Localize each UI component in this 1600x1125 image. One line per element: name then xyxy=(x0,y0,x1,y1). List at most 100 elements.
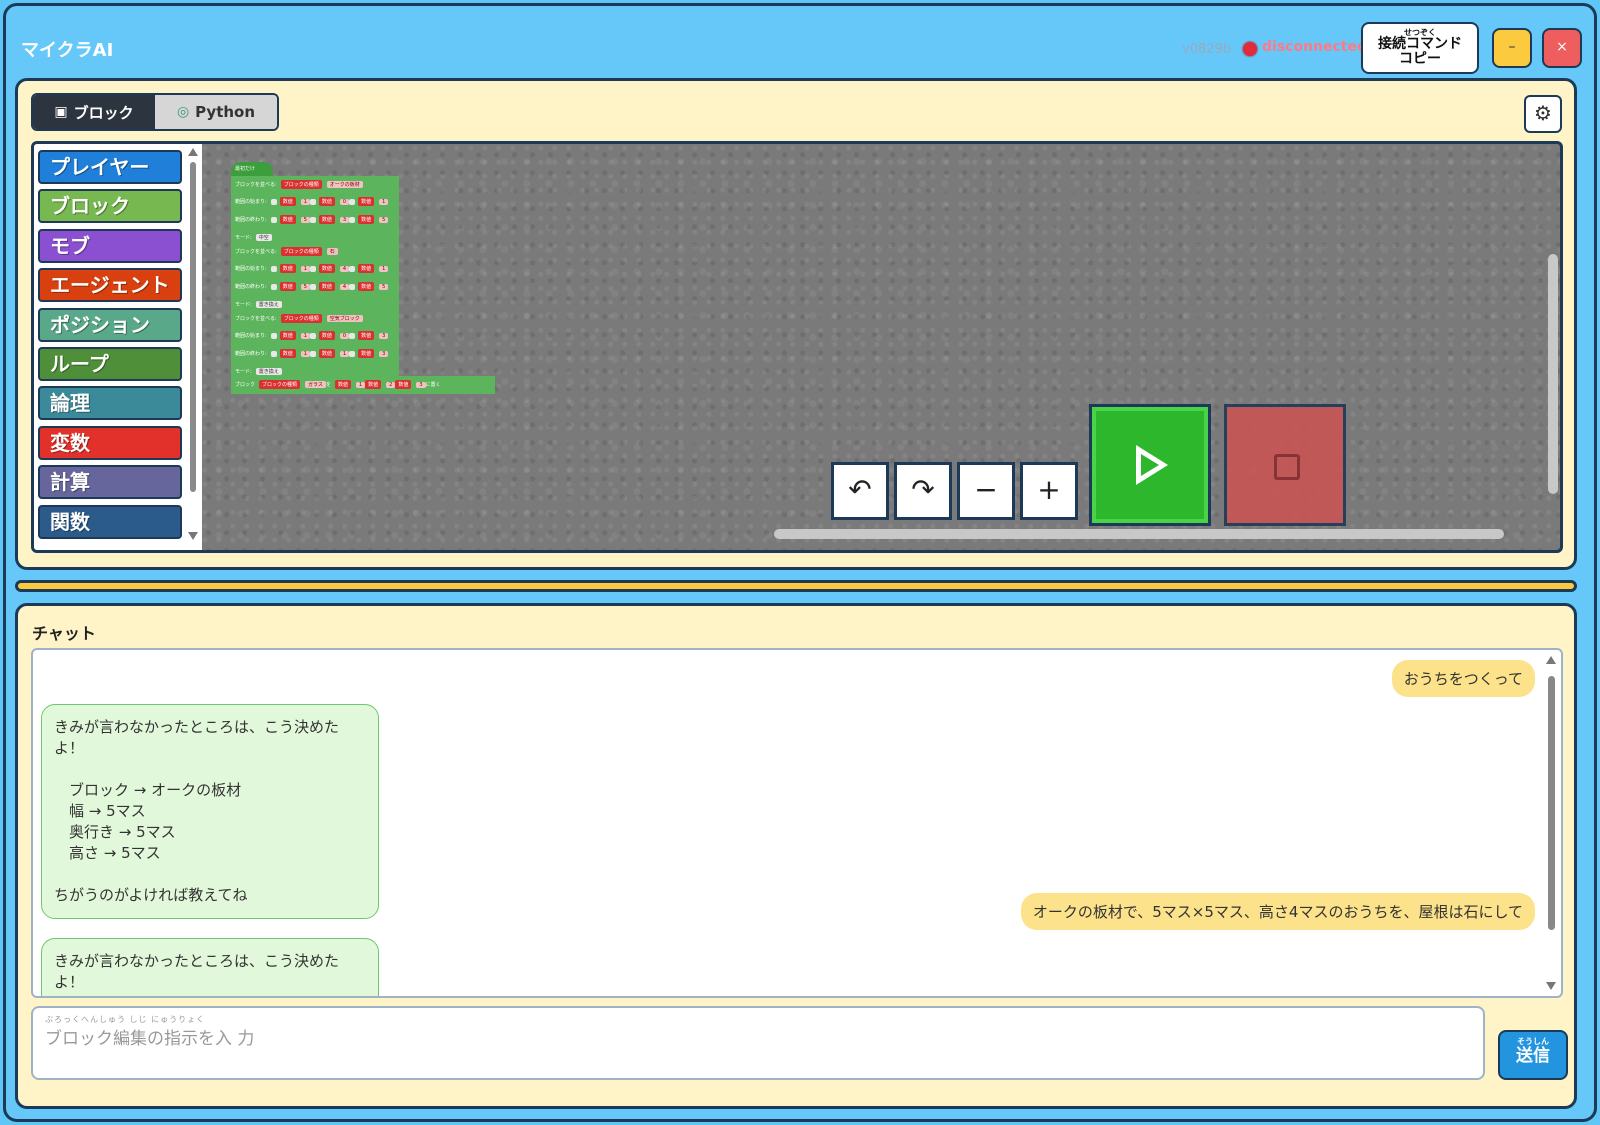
block-field: 3 xyxy=(379,332,389,339)
copy-button-line1: 接続コマンド xyxy=(1378,36,1462,52)
chat-panel: チャット おうちをつくって きみが言わなかったところは、こう決めたよ！ ブロック… xyxy=(15,603,1577,1109)
editor-panel: ▣ ブロック ◎ Python ⚙ プレイヤー ブロック モブ エージェント ポジション… xyxy=(15,78,1577,570)
block-lbl: モード: xyxy=(235,235,252,241)
settings-button[interactable]: ⚙ xyxy=(1524,95,1562,133)
block-lbl: モード: xyxy=(235,369,252,375)
block-connector xyxy=(349,283,356,290)
toolbox-category[interactable]: 計算 xyxy=(38,465,182,500)
chat-scroll-thumb[interactable] xyxy=(1548,676,1555,930)
toolbox-category[interactable]: 変数 xyxy=(38,425,182,460)
toolbox-category[interactable]: ポジション xyxy=(38,307,182,342)
scroll-down-icon[interactable] xyxy=(1546,982,1556,990)
block-lbl: 範囲の終わり: xyxy=(235,284,267,290)
block-field: 1 xyxy=(300,198,310,205)
toolbox-category[interactable]: ループ xyxy=(38,347,182,381)
block-field: 3 xyxy=(416,381,426,388)
chat-input[interactable]: ぶろっくへんしゅう しじ にゅうりょく ブロック編集の指示を入 力 xyxy=(31,1006,1485,1080)
block-pill: 数値 xyxy=(279,349,296,358)
redo-button[interactable]: ↷ xyxy=(894,462,952,520)
block-field: 0 xyxy=(339,198,350,205)
stop-button[interactable] xyxy=(1224,404,1346,526)
block-pill: 数値 xyxy=(318,349,335,358)
block-pill: 数値 xyxy=(318,331,335,340)
block-row[interactable]: 範囲の始まり: 数値 1 数値 0 数値 1 xyxy=(235,195,389,208)
toolbox-category[interactable]: ブロック xyxy=(38,189,182,224)
block-field: 1 xyxy=(300,332,310,339)
zoom-in-button[interactable]: + xyxy=(1020,462,1078,520)
block-connector xyxy=(309,283,316,290)
block-mode: 中空 xyxy=(255,234,272,241)
start-hat-block[interactable]: 最初だけ xyxy=(231,162,273,176)
ai-message: きみが言わなかったところは、こう決めたよ！ xyxy=(41,938,379,996)
tab-blocks[interactable]: ▣ ブロック xyxy=(33,95,155,129)
block-connector xyxy=(270,350,277,357)
block-field: 0 xyxy=(339,332,350,339)
toolbox-category[interactable]: モブ xyxy=(38,228,182,263)
toolbox-category[interactable]: エージェント xyxy=(38,268,182,303)
copy-connect-command-button[interactable]: せつぞく 接続コマンド コピー xyxy=(1361,22,1479,74)
chat-scrollbar[interactable] xyxy=(1545,656,1557,994)
block-lbl: 範囲の終わり: xyxy=(235,351,267,357)
place-block[interactable]: ブロック ブロックの種類 ガラスを数値 1 数値 2 数値 3 に置く xyxy=(231,376,495,394)
block-connector xyxy=(270,265,277,272)
close-button[interactable]: × xyxy=(1542,28,1582,68)
block-field: 1 xyxy=(339,350,350,357)
block-lbl: を xyxy=(325,382,331,388)
block-connector xyxy=(270,216,277,223)
block-field: 石 xyxy=(326,248,338,255)
block-pill: 数値 xyxy=(395,380,412,389)
block-row[interactable]: 範囲の始まり: 数値 1 数値 4 数値 1 xyxy=(235,262,389,275)
zoom-out-button[interactable]: − xyxy=(957,462,1015,520)
block-row[interactable]: モード: 中空 xyxy=(235,231,272,244)
scroll-down-icon[interactable] xyxy=(188,532,198,540)
toolbox-category[interactable]: 論理 xyxy=(38,386,182,421)
block-pill: ブロックの種類 xyxy=(280,314,322,323)
chat-log[interactable]: おうちをつくって きみが言わなかったところは、こう決めたよ！ ブロック → オー… xyxy=(31,648,1563,998)
block-pill: 数値 xyxy=(279,215,296,224)
toolbox-scroll-thumb[interactable] xyxy=(190,162,196,492)
block-field: 5 xyxy=(300,283,310,290)
app-title: マイクラAI xyxy=(21,40,114,61)
workspace-vscrollbar[interactable] xyxy=(1548,254,1558,494)
block-row[interactable]: モード: 置き換え xyxy=(235,298,282,311)
block-row[interactable]: 範囲の始まり: 数値 1 数値 0 数値 3 xyxy=(235,329,389,342)
ai-message-line: 幅 → 5マス xyxy=(69,802,146,820)
block-connector xyxy=(349,216,356,223)
block-row[interactable]: 範囲の終わり: 数値 5 数値 4 数値 5 xyxy=(235,280,389,293)
ai-message-outro: ちがうのがよければ教えてね xyxy=(54,886,248,904)
toolbox-category[interactable]: 関数 xyxy=(38,504,182,539)
block-field: 5 xyxy=(379,283,389,290)
connection-status: disconnected xyxy=(1262,39,1368,55)
panel-resize-handle[interactable] xyxy=(15,580,1577,592)
block-workspace[interactable]: プレイヤー ブロック モブ エージェント ポジション ループ 論理 変数 計算 関数 最初だけ ブ… xyxy=(31,141,1563,553)
block-row[interactable]: 範囲の終わり: 数値 5 数値 3 数値 5 xyxy=(235,213,389,226)
send-button[interactable]: そうしん 送信 xyxy=(1498,1030,1568,1080)
tab-python[interactable]: ◎ Python xyxy=(155,95,277,129)
minimize-button[interactable]: – xyxy=(1492,28,1532,68)
block-row[interactable]: ブロックを並べる: ブロックの種類 空気ブロック xyxy=(235,312,363,325)
block-mode: 置き換え xyxy=(255,301,282,308)
block-row[interactable]: 範囲の終わり: 数値 1 数値 1 数値 3 xyxy=(235,347,389,360)
block-field: 5 xyxy=(379,216,389,223)
block-pill: 数値 xyxy=(358,282,375,291)
send-button-ruby: そうしん xyxy=(1517,1037,1549,1046)
block-row[interactable]: ブロック ブロックの種類 ガラスを数値 1 数値 2 数値 3 に置く xyxy=(235,378,445,391)
block-row[interactable]: ブロックを並べる: ブロックの種類 オークの板材 xyxy=(235,178,363,191)
block-field: 1 xyxy=(379,265,389,272)
workspace-hscrollbar[interactable] xyxy=(774,529,1504,539)
block-row[interactable]: ブロックを並べる: ブロックの種類石 xyxy=(235,245,338,258)
block-lbl: ブロック xyxy=(235,382,256,388)
block-field: 1 xyxy=(300,350,310,357)
ai-message-intro: きみが言わなかったところは、こう決めたよ！ xyxy=(54,718,340,757)
scroll-up-icon[interactable] xyxy=(188,148,198,156)
fill-blocks-stack[interactable]: ブロックを並べる: ブロックの種類 オークの板材範囲の始まり: 数値 1 数値 0 数値 1 範囲… xyxy=(231,176,399,376)
block-connector xyxy=(349,198,356,205)
scroll-up-icon[interactable] xyxy=(1546,656,1556,664)
undo-button[interactable]: ↶ xyxy=(831,462,889,520)
block-pill: 数値 xyxy=(279,331,296,340)
block-field: 5 xyxy=(300,216,310,223)
block-connector xyxy=(270,198,277,205)
toolbox-category[interactable]: プレイヤー xyxy=(38,150,182,184)
toolbox-scrollbar[interactable] xyxy=(186,148,200,548)
run-button[interactable] xyxy=(1089,404,1211,526)
